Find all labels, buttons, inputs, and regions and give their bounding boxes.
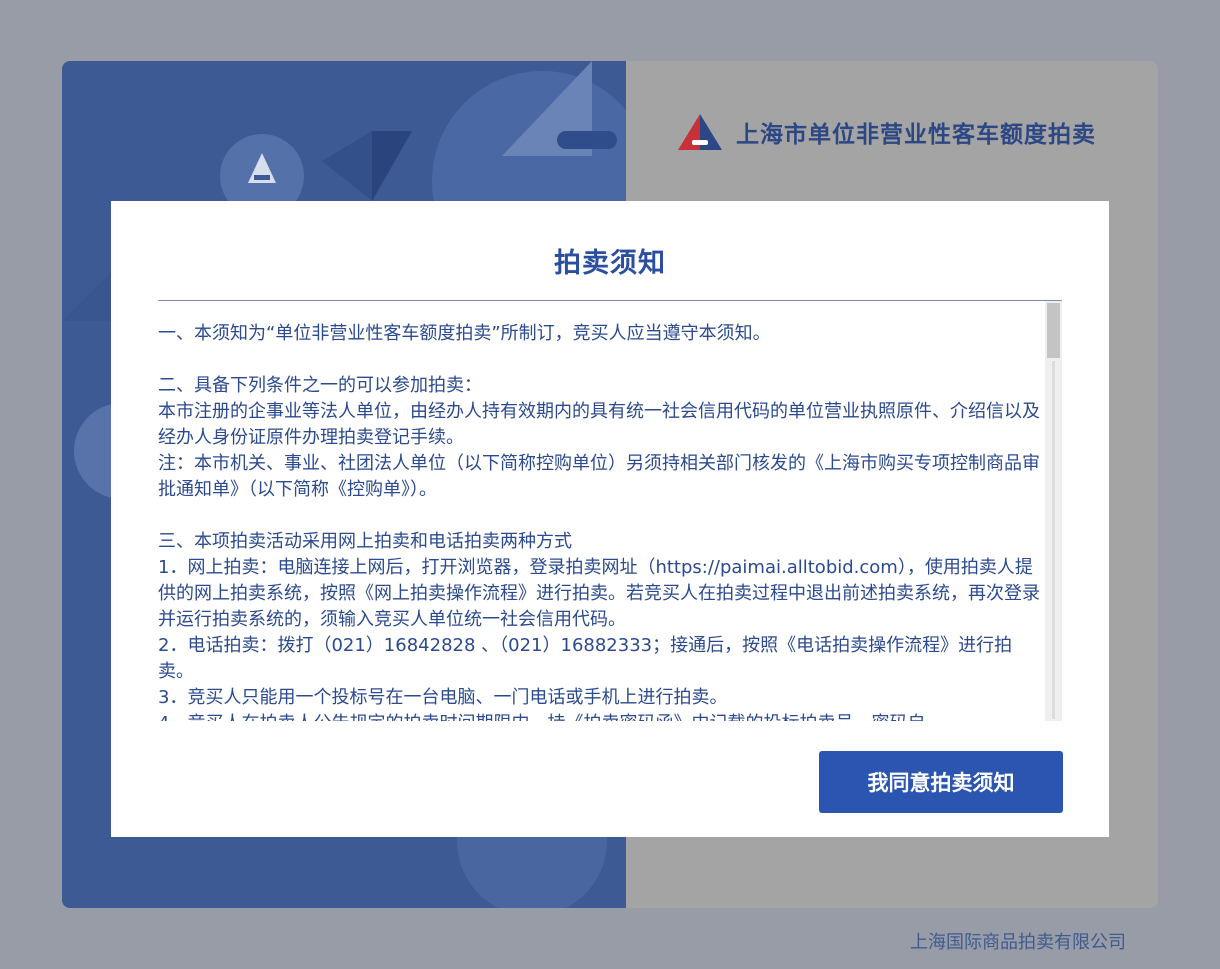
- notice-paragraph: 2．电话拍卖：拨打（021）16842828 、（021）16882333；接通…: [158, 635, 1013, 682]
- notice-paragraph: 本市注册的企事业等法人单位，由经办人持有效期内的具有统一社会信用代码的单位营业执…: [158, 401, 1040, 448]
- notice-paragraph: [158, 503, 1044, 529]
- notice-paragraph: 三、本项拍卖活动采用网上拍卖和电话拍卖两种方式: [158, 531, 572, 552]
- notice-paragraph: 一、本须知为“单位非营业性客车额度拍卖”所制订，竞买人应当遵守本须知。: [158, 323, 771, 344]
- scrollbar-track: [1052, 361, 1055, 719]
- dialog-title: 拍卖须知: [554, 248, 666, 279]
- notice-paragraph: 1．网上拍卖：电脑连接上网后，打开浏览器，登录拍卖网址（https://paim…: [158, 557, 1040, 630]
- auction-notice-dialog: 拍卖须知 一、本须知为“单位非营业性客车额度拍卖”所制订，竞买人应当遵守本须知。…: [111, 201, 1109, 837]
- title-divider: [158, 300, 1062, 301]
- notice-paragraph: 二、具备下列条件之一的可以参加拍卖：: [158, 375, 482, 396]
- scrollbar-thumb[interactable]: [1047, 303, 1060, 358]
- notice-scrollbar[interactable]: [1045, 301, 1062, 721]
- notice-paragraph: 4．竞买人在拍卖人公告规定的拍卖时间期限内，持《拍卖密码函》中记载的投标拍卖号、…: [158, 711, 1044, 721]
- notice-paragraph: 注：本市机关、事业、社团法人单位（以下简称控购单位）另须持相关部门核发的《上海市…: [158, 453, 1040, 500]
- notice-paragraph: [158, 347, 1044, 373]
- agree-button[interactable]: 我同意拍卖须知: [819, 751, 1063, 813]
- notice-content[interactable]: 一、本须知为“单位非营业性客车额度拍卖”所制订，竞买人应当遵守本须知。 二、具备…: [158, 321, 1044, 721]
- notice-paragraph: 3．竞买人只能用一个投标号在一台电脑、一门电话或手机上进行拍卖。: [158, 687, 728, 708]
